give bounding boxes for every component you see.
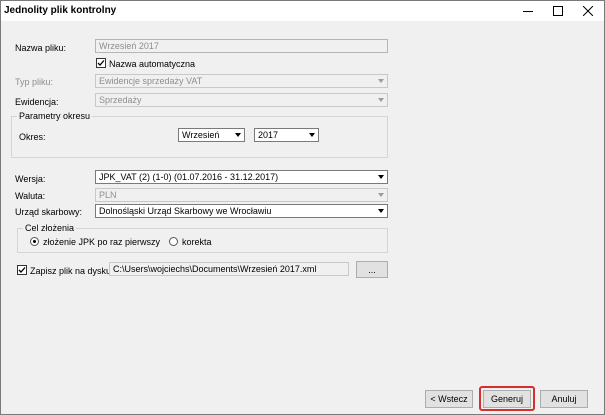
- wersja-value: JPK_VAT (2) (1-0) (01.07.2016 - 31.12.20…: [99, 172, 279, 182]
- waluta-value: PLN: [99, 190, 117, 200]
- maximize-button[interactable]: [543, 1, 573, 21]
- chevron-down-icon: [306, 129, 318, 141]
- title-bar: Jednolity plik kontrolny: [1, 1, 604, 21]
- radio-dot-icon: [33, 240, 36, 243]
- ewidencja-label: Ewidencja:: [15, 97, 59, 107]
- okres-month-value: Wrzesień: [182, 130, 220, 140]
- close-icon: [583, 6, 593, 16]
- minimize-icon: [523, 10, 533, 12]
- urzad-skarbowy-label: Urząd skarbowy:: [15, 207, 83, 217]
- okres-month-combo[interactable]: Wrzesień: [178, 128, 245, 142]
- cel-option1-radio[interactable]: [30, 237, 39, 246]
- checkmark-icon: [97, 60, 105, 66]
- zapisz-plik-label: Zapisz plik na dysku: [30, 266, 112, 276]
- chevron-down-icon: [232, 129, 244, 141]
- typ-pliku-combo[interactable]: Ewidencje sprzedaży VAT: [95, 74, 388, 88]
- maximize-icon: [553, 6, 563, 16]
- okres-label: Okres:: [19, 132, 46, 142]
- urzad-skarbowy-combo[interactable]: Dolnośląski Urząd Skarbowy we Wrocławiu: [95, 204, 388, 218]
- generate-button[interactable]: Generuj: [483, 390, 531, 408]
- jpk-dialog-window: Jednolity plik kontrolny Nazwa pliku: Wr…: [0, 0, 605, 415]
- cancel-button[interactable]: Anuluj: [540, 390, 588, 408]
- typ-pliku-label: Typ pliku:: [15, 77, 54, 87]
- browse-button[interactable]: ...: [356, 261, 388, 278]
- okres-year-value: 2017: [258, 130, 279, 140]
- file-path-field[interactable]: C:\Users\wojciechs\Documents\Wrzesień 20…: [109, 262, 349, 276]
- chevron-down-icon: [375, 75, 387, 87]
- ewidencja-combo[interactable]: Sprzedaży: [95, 93, 388, 107]
- nazwa-automatyczna-checkbox[interactable]: [96, 58, 106, 68]
- typ-pliku-value: Ewidencje sprzedaży VAT: [99, 76, 203, 86]
- cel-option2-radio[interactable]: [169, 237, 178, 246]
- waluta-label: Waluta:: [15, 191, 46, 201]
- urzad-skarbowy-value: Dolnośląski Urząd Skarbowy we Wrocławiu: [99, 206, 272, 216]
- wersja-label: Wersja:: [15, 174, 46, 184]
- cel-zlozenia-title: Cel złożenia: [23, 223, 77, 233]
- chevron-down-icon: [375, 171, 387, 183]
- window-title: Jednolity plik kontrolny: [4, 5, 117, 16]
- chevron-down-icon: [375, 205, 387, 217]
- zapisz-plik-checkbox[interactable]: [17, 265, 27, 275]
- minimize-button[interactable]: [513, 1, 543, 21]
- chevron-down-icon: [375, 94, 387, 106]
- ewidencja-value: Sprzedaży: [99, 95, 142, 105]
- close-button[interactable]: [573, 1, 603, 21]
- waluta-combo[interactable]: PLN: [95, 188, 388, 202]
- cel-option1-label[interactable]: złożenie JPK po raz pierwszy: [43, 237, 160, 247]
- nazwa-pliku-field[interactable]: Wrzesień 2017: [95, 39, 388, 53]
- chevron-down-icon: [375, 189, 387, 201]
- checkmark-icon: [18, 267, 26, 273]
- wersja-combo[interactable]: JPK_VAT (2) (1-0) (01.07.2016 - 31.12.20…: [95, 170, 388, 184]
- cel-option2-label[interactable]: korekta: [182, 237, 212, 247]
- nazwa-pliku-label: Nazwa pliku:: [15, 43, 67, 53]
- nazwa-automatyczna-label: Nazwa automatyczna: [109, 59, 196, 69]
- parametry-okresu-title: Parametry okresu: [17, 111, 93, 121]
- okres-year-combo[interactable]: 2017: [254, 128, 319, 142]
- back-button[interactable]: < Wstecz: [425, 390, 473, 408]
